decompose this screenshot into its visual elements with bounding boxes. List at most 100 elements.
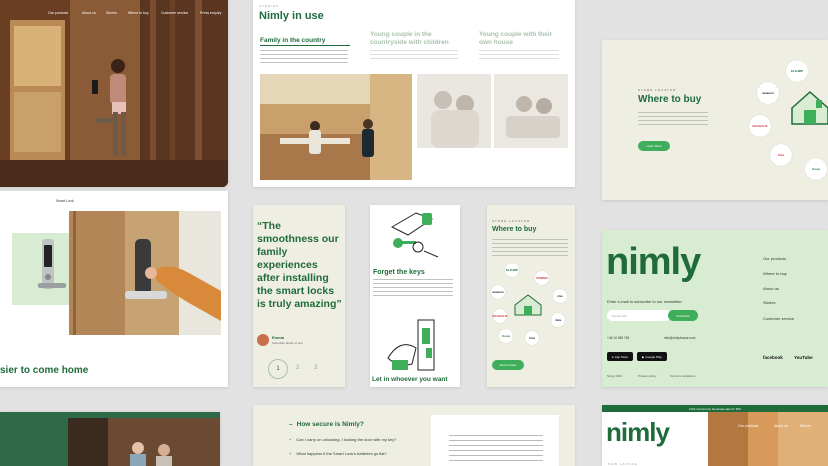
store-locator-button-mobile[interactable]: Store locator (492, 360, 524, 370)
tab-active-underline (260, 45, 350, 46)
footer-link-where[interactable]: Where to buy (763, 271, 787, 276)
logo-elkjop-mobile[interactable]: ELKJØP (505, 263, 519, 277)
living-room-photo (494, 74, 568, 148)
plus-icon: + (289, 437, 292, 442)
keys-body-1 (373, 279, 453, 297)
nav-about-us[interactable]: About us (82, 11, 96, 15)
pagination-3[interactable]: 3 (314, 365, 317, 371)
nimly-hero-nav-3[interactable]: Stories (800, 424, 811, 428)
app-store-button[interactable]: ● App Store (607, 352, 633, 361)
pagination-1[interactable]: 1 (268, 359, 288, 379)
logo-bauhaus-desktop[interactable]: BAUHAUS (749, 115, 771, 137)
tab-family-country[interactable]: Family in the country (260, 37, 350, 44)
tab-text-1 (260, 50, 348, 64)
faq-q1-text: Can I carry on unlocking, I locking the … (296, 437, 397, 442)
nav-press[interactable]: Press enquiry (200, 11, 221, 15)
logo-coop-mobile[interactable]: Coop (499, 329, 513, 343)
page-1-label: 1 (276, 366, 280, 372)
nav-customer-service[interactable]: Customer service (161, 11, 188, 15)
logo-power-mobile[interactable]: POWER (535, 271, 549, 285)
nav-our-products[interactable]: Our products (48, 11, 68, 15)
privacy-link[interactable]: Privacy policy (638, 374, 656, 378)
quote-card: “The smoothness our family experiences a… (253, 205, 345, 387)
keys-illustration (390, 212, 439, 258)
email-placeholder: Your E-mail (611, 313, 627, 318)
home-headline: sier to come home (0, 365, 89, 376)
footer-logo: nimly (606, 241, 701, 283)
top-banner: Click Commerce Generate sale for IPG (602, 405, 828, 412)
footer-phone[interactable]: +46 10 458 763 (607, 336, 629, 340)
faq-answer-text (449, 435, 543, 463)
facebook-link[interactable]: facebook (763, 355, 783, 360)
keys-title-1: Forget the keys (373, 269, 425, 276)
couple-photo (417, 74, 491, 148)
nav-stories[interactable]: Stories (106, 11, 117, 15)
footer-link-stories[interactable]: Stories (763, 300, 775, 305)
family-kitchen-photo (260, 74, 412, 180)
buy-desktop-body (638, 112, 708, 128)
logo-jula-mobile[interactable]: Jula (551, 313, 565, 327)
home-card: Smart Lock sier to come home (0, 191, 228, 387)
faq-title: How secure is Nimly? (296, 421, 364, 428)
youtube-link[interactable]: YouTube (794, 355, 813, 360)
logo-amazon-desktop[interactable]: amazon (757, 82, 779, 104)
testimonial-quote: “The smoothness our family experiences a… (257, 220, 342, 310)
terms-link[interactable]: Terms & conditions (670, 374, 695, 378)
newsletter-label: Enter e-mail to subscribe to our newslet… (607, 299, 682, 304)
learn-more-button[interactable]: Learn More (638, 141, 670, 151)
stories-eyebrow: STORIES (259, 4, 280, 8)
footer-email[interactable]: info@nimlyhouse.com (664, 336, 695, 340)
nimly-hero-logo: nimly (606, 417, 670, 447)
stories-title: Nimly in use (259, 10, 324, 22)
home-card-label: Smart Lock (56, 199, 74, 203)
buy-mobile-eyebrow: STORE LOCATOR (492, 219, 531, 223)
author-subtitle: Suburban family of four (272, 341, 304, 345)
minus-icon: – (289, 421, 293, 428)
buy-desktop-eyebrow: STORE LOCATOR (638, 88, 677, 92)
nimly-hero-photo (708, 412, 828, 466)
faq-q1[interactable]: + Can I carry on unlocking, I locking th… (289, 437, 396, 442)
tab-text-2 (370, 50, 458, 60)
tab-young-couple-children[interactable]: Young couple in the countryside with chi… (370, 31, 466, 47)
email-field[interactable]: Your E-mail (607, 310, 671, 321)
faq-title-row[interactable]: – How secure is Nimly? (289, 421, 364, 428)
logo-elkjop-desktop[interactable]: ELKJØP (786, 60, 808, 82)
logo-amazon-mobile[interactable]: amazon (491, 285, 505, 299)
smart-lock-image (38, 239, 66, 289)
new-launch-eyebrow: NEW LAUNCH (608, 462, 639, 466)
door-photo (69, 211, 221, 335)
pagination-2[interactable]: 2 (296, 365, 299, 371)
keys-card: Forget the keys Let in whoever you want (370, 205, 460, 387)
subscribe-button[interactable]: Subscribe (668, 310, 698, 321)
logo-clas2-mobile[interactable]: Clas (525, 331, 539, 345)
footer-link-products[interactable]: Our products (763, 256, 786, 261)
google-play-button[interactable]: ▶ Google Play (637, 352, 667, 361)
nav-where-to-buy[interactable]: Where to buy (128, 11, 149, 15)
app-store-label: App Store (614, 354, 629, 359)
door-hand-illustration (387, 319, 435, 371)
tab-young-couple-house[interactable]: Young couple with their own house (479, 31, 559, 47)
footer-link-service[interactable]: Customer service (763, 316, 794, 321)
hero-photo-card: Our products About us Stories Where to b… (0, 0, 228, 187)
faq-q2-text: What happens if the Smart Lock's batteri… (296, 451, 387, 456)
bottom-left-card (0, 412, 220, 466)
nimly-hero-nav-1[interactable]: Our products (738, 424, 758, 428)
plus-icon: + (289, 451, 292, 456)
nimly-hero-card: Click Commerce Generate sale for IPG nim… (602, 405, 828, 466)
footer-link-about[interactable]: About us (763, 286, 779, 291)
buy-mobile-body (492, 239, 568, 257)
logo-clas-mobile[interactable]: clas (553, 289, 567, 303)
subscribe-label: Subscribe (676, 313, 690, 318)
copyright: Nimly 2023 (607, 374, 623, 378)
buy-mobile-title: Where to buy (492, 226, 537, 233)
author-name: Emma (272, 335, 285, 340)
logo-coop-desktop[interactable]: Coop (805, 158, 827, 180)
logo-clas-desktop[interactable]: Clas (770, 144, 792, 166)
faq-q2[interactable]: + What happens if the Smart Lock's batte… (289, 451, 387, 456)
house-illustration-desktop (791, 90, 828, 125)
logo-bauhaus-mobile[interactable]: BAUHAUS (493, 309, 508, 323)
tab-text-3 (479, 50, 559, 60)
nimly-hero-nav-2[interactable]: About us (774, 424, 788, 428)
house-illustration-mobile (514, 294, 542, 316)
footer-card: nimly Enter e-mail to subscribe to our n… (602, 230, 828, 387)
